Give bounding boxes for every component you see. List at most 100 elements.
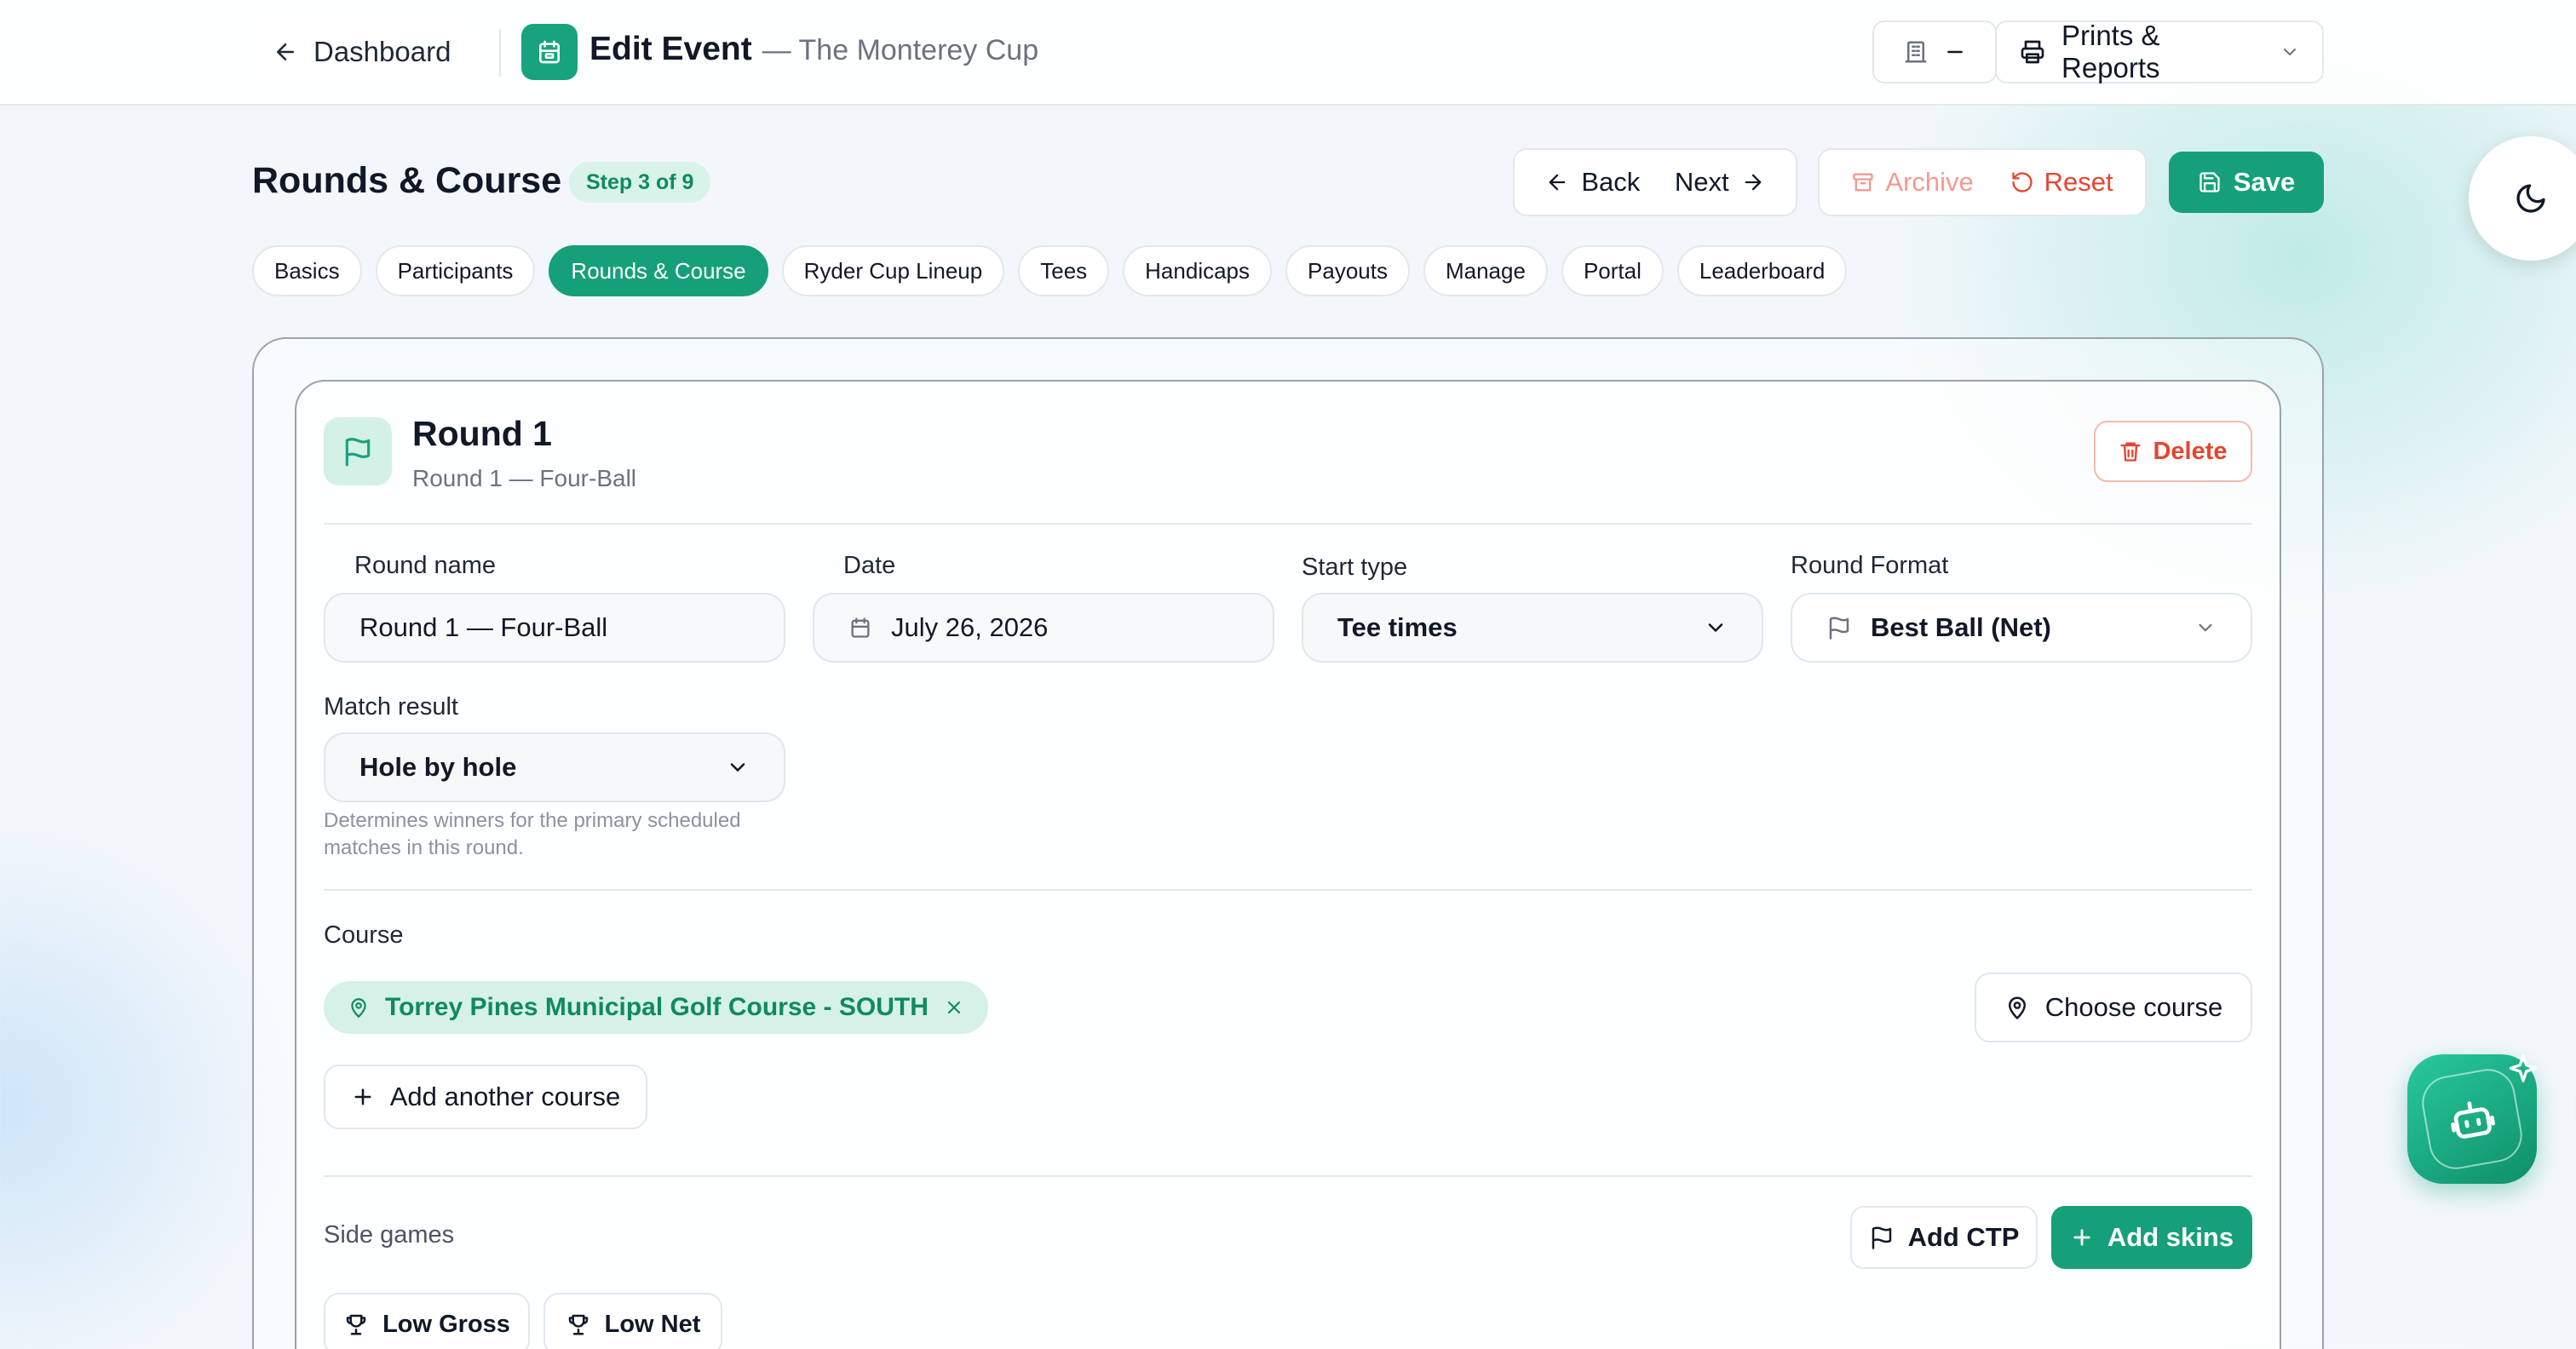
course-chip: Torrey Pines Municipal Golf Course - SOU… [324, 981, 988, 1034]
printer-icon [2019, 38, 2046, 66]
tab-ryder-cup-lineup[interactable]: Ryder Cup Lineup [781, 245, 1005, 296]
archive-icon [1851, 170, 1875, 194]
moon-icon [2514, 181, 2548, 215]
add-ctp-button[interactable]: Add CTP [1850, 1206, 2038, 1269]
tab-handicaps[interactable]: Handicaps [1123, 245, 1273, 296]
prints-reports-button[interactable]: Prints & Reports [1995, 20, 2324, 83]
tab-leaderboard[interactable]: Leaderboard [1676, 245, 1848, 296]
top-bar: Dashboard Edit Event — The Monterey Cup … [0, 0, 2576, 106]
side-game-label: Low Gross [382, 1310, 510, 1338]
tab-portal[interactable]: Portal [1561, 245, 1664, 296]
course-label: Course [324, 921, 404, 949]
reset-icon [2010, 170, 2034, 194]
trophy-icon [566, 1312, 591, 1337]
step-navigation: Back Next [1513, 148, 1797, 216]
reset-label: Reset [2044, 167, 2113, 197]
add-skins-button[interactable]: Add skins [2051, 1206, 2252, 1269]
chevron-down-icon [2194, 617, 2217, 639]
save-icon [2198, 170, 2222, 194]
calendar-icon [521, 24, 578, 80]
archive-reset-group: Archive Reset [1818, 148, 2147, 216]
tab-manage[interactable]: Manage [1423, 245, 1548, 296]
flag-icon [324, 417, 392, 485]
dashboard-button[interactable]: Dashboard [252, 24, 472, 80]
back-label: Back [1581, 167, 1641, 197]
round-name-input[interactable]: Round 1 — Four-Ball [324, 593, 785, 663]
prints-reports-label: Prints & Reports [2061, 20, 2160, 83]
step-tabs: Basics Participants Rounds & Course Ryde… [252, 245, 1848, 296]
flag-icon [1869, 1225, 1895, 1250]
start-type-label: Start type [1302, 554, 1408, 581]
edit-event-title: Edit Event [589, 31, 752, 67]
next-button[interactable]: Next [1675, 167, 1765, 198]
add-another-course-button[interactable]: Add another course [324, 1065, 647, 1129]
divider [499, 29, 501, 77]
trash-icon [2119, 439, 2142, 463]
map-pin-icon [348, 996, 370, 1019]
next-label: Next [1674, 167, 1729, 197]
round-name-value: Round 1 — Four-Ball [359, 612, 608, 642]
dashboard-label: Dashboard [313, 36, 451, 67]
save-label: Save [2233, 167, 2296, 197]
start-type-select[interactable]: Tee times [1302, 593, 1763, 663]
tab-basics[interactable]: Basics [252, 245, 362, 296]
divider [324, 523, 2252, 525]
match-result-hint: Determines winners for the primary sched… [324, 809, 741, 859]
side-games-label: Side games [324, 1221, 455, 1249]
map-pin-icon [2004, 995, 2030, 1020]
sparkle-icon [2504, 1053, 2542, 1090]
side-game-label: Low Net [604, 1310, 701, 1338]
event-name: — The Monterey Cup [762, 34, 1039, 66]
delete-round-button[interactable]: Delete [2094, 421, 2252, 482]
date-value: July 26, 2026 [891, 612, 1049, 642]
save-button[interactable]: Save [2169, 152, 2324, 213]
side-game-low-net[interactable]: Low Net [543, 1293, 722, 1349]
divider [324, 889, 2252, 891]
round-title: Round 1 [412, 414, 552, 453]
arrow-left-icon [273, 39, 298, 65]
building-icon [1903, 39, 1929, 65]
calendar-icon [848, 616, 872, 640]
tab-rounds-course[interactable]: Rounds & Course [549, 245, 768, 296]
step-badge: Step 3 of 9 [569, 162, 711, 203]
round-card [295, 380, 2281, 1349]
chevron-down-icon [2280, 42, 2300, 62]
start-type-value: Tee times [1337, 612, 1458, 642]
building-dropdown[interactable] [1872, 20, 1997, 83]
divider [324, 1175, 2252, 1177]
date-label: Date [843, 552, 896, 579]
plus-icon [351, 1085, 375, 1109]
remove-course-icon[interactable] [944, 997, 964, 1018]
theme-toggle-button[interactable] [2469, 136, 2576, 261]
date-input[interactable]: July 26, 2026 [813, 593, 1274, 663]
page-title: Rounds & Course [252, 160, 562, 201]
round-format-label: Round Format [1791, 552, 1949, 579]
chevron-down-icon [726, 755, 750, 779]
page-header-title: Edit Event — The Monterey Cup [589, 31, 1038, 68]
tab-participants[interactable]: Participants [375, 245, 536, 296]
add-skins-label: Add skins [2107, 1222, 2234, 1252]
round-format-select[interactable]: Best Ball (Net) [1791, 593, 2252, 663]
match-result-label: Match result [324, 693, 458, 720]
arrow-left-icon [1545, 170, 1569, 194]
back-button[interactable]: Back [1545, 167, 1640, 198]
archive-label: Archive [1885, 167, 1974, 197]
archive-button[interactable]: Archive [1851, 167, 1974, 198]
trophy-icon [343, 1312, 369, 1337]
tab-payouts[interactable]: Payouts [1285, 245, 1410, 296]
match-result-value: Hole by hole [359, 752, 517, 782]
add-ctp-label: Add CTP [1907, 1222, 2020, 1252]
reset-button[interactable]: Reset [2010, 167, 2113, 198]
side-game-low-gross[interactable]: Low Gross [324, 1293, 530, 1349]
flag-icon [1826, 615, 1852, 640]
add-course-label: Add another course [389, 1082, 621, 1111]
tab-tees[interactable]: Tees [1018, 245, 1110, 296]
chevron-down-icon [1704, 616, 1728, 640]
round-format-value: Best Ball (Net) [1871, 612, 2051, 642]
course-chip-label: Torrey Pines Municipal Golf Course - SOU… [385, 993, 929, 1021]
round-name-label: Round name [354, 552, 497, 579]
plus-icon [2070, 1226, 2094, 1249]
round-subtitle: Round 1 — Four-Ball [412, 465, 637, 491]
choose-course-button[interactable]: Choose course [1975, 973, 2252, 1042]
match-result-select[interactable]: Hole by hole [324, 732, 785, 802]
